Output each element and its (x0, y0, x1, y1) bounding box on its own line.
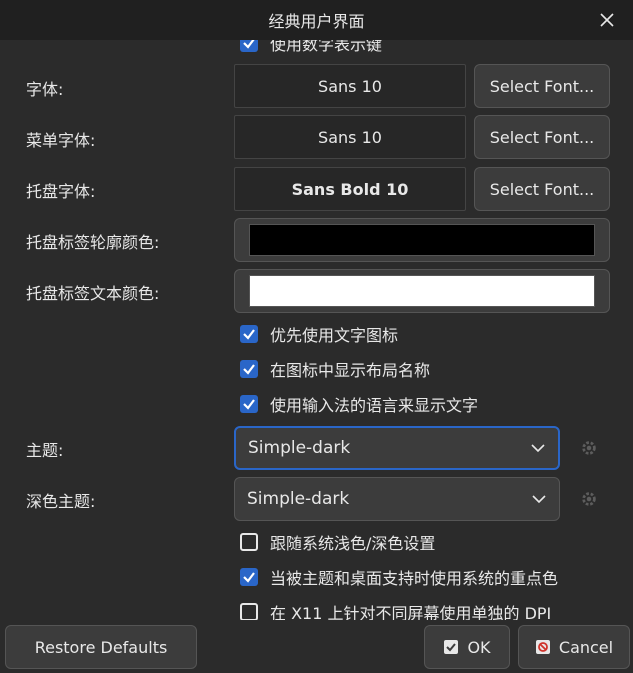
checkbox-checked[interactable] (240, 325, 258, 343)
tray-outline-color-button[interactable] (234, 218, 610, 262)
tray-font-value: Sans Bold 10 (234, 167, 466, 211)
checkbox-per-screen-dpi[interactable]: 在 X11 上针对不同屏幕使用单独的 DPI (240, 600, 551, 620)
dark-theme-select[interactable]: Simple-dark (234, 477, 560, 521)
checkbox-label: 在 X11 上针对不同屏幕使用单独的 DPI (270, 604, 552, 620)
tray-text-color-label: 托盘标签文本颜色: (26, 284, 160, 303)
cancel-button[interactable]: Cancel (518, 625, 630, 669)
checkbox-label: 跟随系统浅色/深色设置 (270, 534, 436, 553)
settings-scroll-area[interactable]: 使用数字表示键 字体: Sans 10 Select Font... 菜单字体:… (0, 40, 633, 620)
checkbox-label: 优先使用文字图标 (270, 326, 399, 345)
cancel-label: Cancel (558, 637, 614, 657)
theme-select-value: Simple-dark (248, 438, 351, 458)
checkbox-use-im-language[interactable]: 使用输入法的语言来显示文字 (240, 392, 478, 416)
checkbox-unchecked[interactable] (240, 603, 258, 620)
gear-icon[interactable] (580, 490, 598, 508)
gear-icon[interactable] (580, 439, 598, 457)
tray-outline-color-label: 托盘标签轮廓颜色: (26, 233, 160, 252)
cancel-icon (535, 639, 551, 655)
dialog-footer: Restore Defaults OK Cancel (0, 620, 633, 673)
font-label: 字体: (26, 80, 64, 99)
menu-font-value: Sans 10 (234, 115, 466, 159)
close-icon (600, 13, 614, 27)
checkbox-row-partial[interactable]: 使用数字表示键 (240, 40, 382, 55)
checkbox-prefer-text-icon[interactable]: 优先使用文字图标 (240, 322, 398, 346)
dark-theme-label: 深色主题: (26, 492, 96, 511)
tray-font-label: 托盘字体: (26, 182, 96, 201)
menu-font-label: 菜单字体: (26, 131, 96, 150)
dark-theme-select-value: Simple-dark (247, 489, 350, 509)
checkbox-checked[interactable] (240, 360, 258, 378)
restore-defaults-button[interactable]: Restore Defaults (5, 625, 197, 669)
close-button[interactable] (591, 4, 623, 36)
checkbox-show-layout-name[interactable]: 在图标中显示布局名称 (240, 357, 430, 381)
ok-button[interactable]: OK (424, 625, 510, 669)
checkmark-icon (443, 639, 459, 655)
checkbox-checked[interactable] (240, 40, 258, 52)
checkbox-label: 在图标中显示布局名称 (270, 361, 431, 380)
checkbox-label: 使用数字表示键 (270, 40, 383, 54)
checkbox-label: 使用输入法的语言来显示文字 (270, 396, 479, 415)
tray-text-color-button[interactable] (234, 269, 610, 313)
theme-label: 主题: (26, 441, 64, 460)
theme-select[interactable]: Simple-dark (234, 426, 560, 470)
title-bar: 经典用户界面 (0, 0, 633, 40)
color-swatch-black (249, 224, 595, 256)
color-swatch-white (249, 275, 595, 307)
select-font-button[interactable]: Select Font... (474, 64, 610, 108)
select-tray-font-button[interactable]: Select Font... (474, 167, 610, 211)
checkbox-checked[interactable] (240, 568, 258, 586)
checkbox-follow-system-theme[interactable]: 跟随系统浅色/深色设置 (240, 530, 435, 554)
checkbox-unchecked[interactable] (240, 533, 258, 551)
checkbox-checked[interactable] (240, 395, 258, 413)
select-menu-font-button[interactable]: Select Font... (474, 115, 610, 159)
ok-label: OK (467, 637, 491, 657)
chevron-down-icon (519, 494, 559, 504)
checkbox-label: 当被主题和桌面支持时使用系统的重点色 (270, 569, 559, 588)
chevron-down-icon (518, 443, 558, 453)
font-value: Sans 10 (234, 64, 466, 108)
checkbox-system-accent-color[interactable]: 当被主题和桌面支持时使用系统的重点色 (240, 565, 558, 589)
window-title: 经典用户界面 (268, 12, 365, 31)
